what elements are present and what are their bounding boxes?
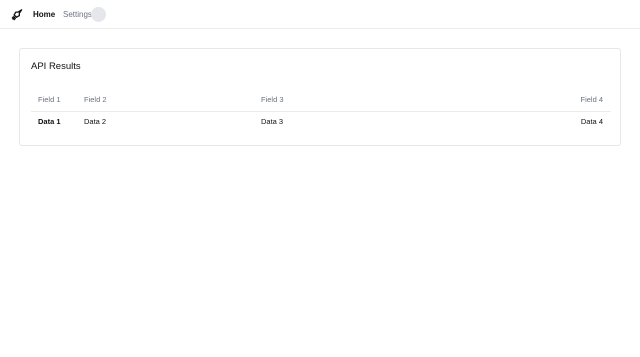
table-cell: Data 4: [580, 117, 603, 126]
avatar[interactable]: [91, 7, 106, 22]
column-header-field-3: Field 3: [261, 95, 284, 104]
column-header-field-1: Field 1: [38, 95, 61, 104]
table-cell: Data 2: [84, 117, 107, 126]
top-navbar: Home Settings: [0, 0, 640, 29]
column-header-field-2: Field 2: [84, 95, 107, 104]
table-row: Data 1 Data 2 Data 3 Data 4: [31, 111, 611, 133]
table-header-row: Field 1 Field 2 Field 3 Field 4: [31, 89, 611, 112]
nav-home-link[interactable]: Home: [33, 10, 55, 19]
table-cell: Data 1: [38, 117, 61, 126]
api-results-card: API Results Field 1 Field 2 Field 3 Fiel…: [19, 48, 621, 146]
column-header-field-4: Field 4: [580, 95, 603, 104]
card-title: API Results: [31, 61, 81, 72]
table-cell: Data 3: [261, 117, 284, 126]
nav-settings-link[interactable]: Settings: [63, 10, 92, 19]
rocket-icon[interactable]: [10, 8, 24, 22]
